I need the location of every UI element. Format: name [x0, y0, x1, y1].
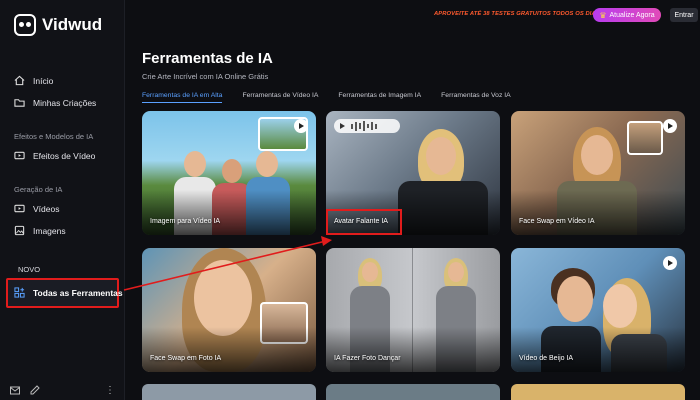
- tool-tabs: Ferramentas de IA em Alta Ferramentas de…: [142, 92, 511, 103]
- tool-card-partial[interactable]: [326, 384, 500, 400]
- sidebar-item-videos[interactable]: Vídeos: [14, 203, 59, 214]
- video-icon: [14, 203, 25, 214]
- sidebar-item-label: Efeitos de Vídeo: [33, 150, 96, 161]
- app-name: Vidwud: [42, 15, 103, 34]
- card-label: Vídeo de Beijo IA: [519, 355, 574, 362]
- section-label-effects: Efeitos e Modelos de IA: [14, 132, 94, 141]
- upgrade-button-label: Atualize Agora: [609, 11, 655, 19]
- sidebar-item-label: Todas as Ferramentas: [33, 287, 123, 298]
- sidebar-item-label: Minhas Criações: [33, 97, 97, 108]
- folder-icon: [14, 97, 25, 108]
- card-label: Face Swap em Vídeo IA: [519, 218, 595, 225]
- card-label: Face Swap em Foto IA: [150, 355, 222, 362]
- person-image: [557, 276, 593, 322]
- logo[interactable]: Vidwud: [14, 14, 102, 36]
- mail-icon[interactable]: [10, 382, 20, 400]
- tool-card-photo-dance[interactable]: IA Fazer Foto Dançar: [326, 248, 500, 372]
- promo-banner-text: APROVEITE ATÉ 38 TESTES GRATUITOS TODOS …: [434, 11, 602, 17]
- upgrade-button[interactable]: ♛ Atualize Agora: [593, 8, 661, 22]
- card-label: Imagem para Vídeo IA: [150, 218, 221, 225]
- sidebar: Vidwud Início Minhas Criações Efeitos e …: [0, 0, 125, 400]
- login-button[interactable]: Entrar: [670, 8, 698, 22]
- video-effects-icon: [14, 150, 25, 161]
- preview-thumbnail: [627, 121, 663, 155]
- tab-video-ai-tools[interactable]: Ferramentas de Vídeo IA: [242, 92, 318, 103]
- tool-card-image-to-video[interactable]: Imagem para Vídeo IA: [142, 111, 316, 235]
- audio-waveform: [334, 119, 400, 133]
- person-image: [184, 151, 206, 177]
- person-image: [581, 135, 613, 175]
- robot-logo-icon: [14, 14, 36, 36]
- play-icon: [340, 123, 345, 129]
- play-icon[interactable]: [294, 119, 308, 133]
- grid-tools-icon: [14, 287, 25, 298]
- sidebar-item-images[interactable]: Imagens: [14, 225, 66, 236]
- page-subtitle: Crie Arte Incrível com IA Online Grátis: [142, 72, 269, 81]
- section-label-generation: Geração de IA: [14, 185, 63, 194]
- sidebar-item-label: Início: [33, 75, 54, 86]
- sidebar-item-home[interactable]: Início: [14, 75, 53, 86]
- card-label: IA Fazer Foto Dançar: [334, 355, 401, 362]
- page-title: Ferramentas de IA: [142, 50, 273, 67]
- sidebar-item-label: Vídeos: [33, 203, 60, 214]
- tool-card-partial[interactable]: [511, 384, 685, 400]
- tab-voice-ai-tools[interactable]: Ferramentas de Voz IA: [441, 92, 511, 103]
- crown-icon: ♛: [599, 10, 607, 20]
- person-image: [362, 262, 378, 282]
- sidebar-item-video-effects[interactable]: Efeitos de Vídeo: [14, 150, 95, 161]
- home-icon: [14, 75, 25, 86]
- tool-card-partial[interactable]: [142, 384, 316, 400]
- sidebar-item-label: Imagens: [33, 225, 66, 236]
- sidebar-item-all-tools[interactable]: Todas as Ferramentas: [14, 287, 123, 298]
- image-icon: [14, 225, 25, 236]
- person-image: [194, 260, 252, 336]
- annotation-highlight-box: [326, 209, 402, 235]
- new-label: NOVO: [18, 265, 41, 274]
- tab-trending-ai-tools[interactable]: Ferramentas de IA em Alta: [142, 92, 223, 103]
- sidebar-item-my-creations[interactable]: Minhas Criações: [14, 97, 96, 108]
- person-image: [426, 137, 456, 175]
- edit-icon[interactable]: [30, 382, 40, 400]
- tool-card-face-swap-video[interactable]: Face Swap em Vídeo IA: [511, 111, 685, 235]
- play-icon[interactable]: [663, 256, 677, 270]
- tool-card-face-swap-photo[interactable]: Face Swap em Foto IA: [142, 248, 316, 372]
- sidebar-footer: ⋮: [10, 382, 115, 400]
- tool-card-kiss-video[interactable]: Vídeo de Beijo IA: [511, 248, 685, 372]
- tab-image-ai-tools[interactable]: Ferramentas de Imagem IA: [338, 92, 421, 103]
- play-icon[interactable]: [663, 119, 677, 133]
- more-vertical-icon[interactable]: ⋮: [105, 386, 115, 396]
